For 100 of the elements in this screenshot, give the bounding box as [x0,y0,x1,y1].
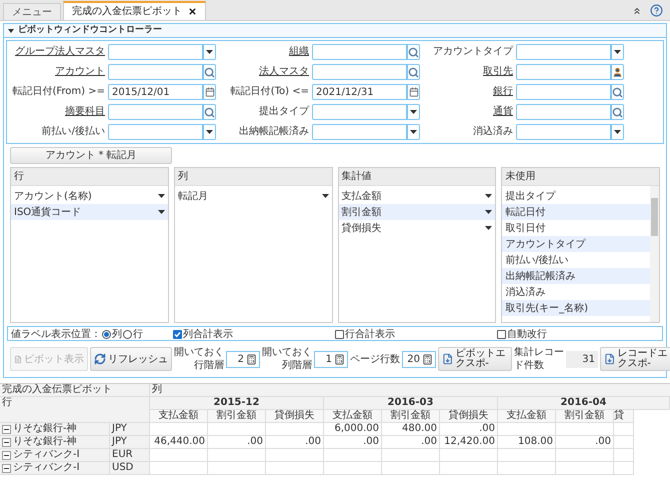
layout-button[interactable]: アカウント * 転記月 [10,147,172,164]
field-label[interactable]: 組織 [221,46,309,58]
table-cell: .00 [440,423,498,435]
help-icon[interactable] [650,4,663,17]
caret-icon [485,210,492,214]
input-field[interactable] [516,104,611,120]
area-header: 列 [174,168,332,186]
scrollbar[interactable] [650,186,659,322]
lookup-button[interactable] [407,44,420,60]
radio-button[interactable] [102,330,111,339]
radio-option[interactable]: 列 [102,327,122,342]
measure-header: 割引金額 [382,410,440,423]
field-label[interactable]: 取引先 [425,66,513,78]
calculator-icon[interactable] [334,354,345,364]
period-header: 2015-12 [150,397,324,410]
measure-header: 支払金額 [498,410,556,423]
lookup-button[interactable] [611,104,624,120]
field-item[interactable]: 割引金額 [338,204,496,220]
lookup-button[interactable] [611,64,624,80]
input-field[interactable] [108,124,203,140]
input-field[interactable] [108,104,203,120]
input-field[interactable] [312,64,407,80]
field-label[interactable]: 法人マスタ [221,66,309,78]
field-label[interactable]: グループ法人マスタ [7,46,105,58]
calculator-icon[interactable] [246,354,257,364]
input-field[interactable] [516,124,611,140]
toolbar-button[interactable]: ピボットエクスポ- [438,347,512,371]
expand-toggle[interactable] [2,464,11,472]
input-field[interactable] [312,44,407,60]
table-cell: 46,440.00 [150,436,208,448]
search-icon [612,86,623,98]
field-item[interactable]: 転記日付 [502,204,650,220]
caret-icon [410,110,417,114]
lookup-button[interactable] [611,84,624,100]
field-item[interactable]: 出納帳記帳済み [502,268,650,284]
search-icon [204,66,215,78]
measure-header: 支払金額 [150,410,208,423]
table-cell: 12,420.00 [440,436,498,448]
input-field[interactable] [108,64,203,80]
checkbox[interactable] [497,330,506,339]
input-field[interactable] [312,104,407,120]
field-name: 割引金額 [342,206,382,220]
date-picker-button[interactable] [203,84,216,100]
tab[interactable]: 完成の入金伝票ピボット [63,1,206,20]
field-label: 消込済み [472,126,513,138]
calendar-icon [408,87,418,97]
dropdown-button[interactable] [611,124,624,140]
toolbar-button[interactable]: リフレッシュ [90,347,172,371]
area-header: 行 [11,168,168,186]
caret-icon [485,226,492,230]
dropdown-button[interactable] [611,44,624,60]
lookup-button[interactable] [407,64,420,80]
input-field[interactable] [516,84,611,100]
dropdown-button[interactable] [203,44,216,60]
dropdown-button[interactable] [407,124,420,140]
tab[interactable]: メニュー [3,3,61,20]
checkbox-label: 行合計表示 [345,328,395,342]
panel-header[interactable]: ピボットウィンドウコントローラー [4,24,666,38]
number-field[interactable]: 2 [226,350,260,368]
input-field[interactable]: 2021/12/31 [312,84,407,100]
expand-toggle[interactable] [2,450,11,460]
caret-icon [614,130,621,134]
toolbar-button[interactable]: レコードエクスポ- [600,347,670,371]
field-item[interactable]: ISO通貨コード [11,204,168,220]
close-icon[interactable] [188,7,197,16]
date-picker-button[interactable] [407,84,420,100]
calculator-icon[interactable] [422,354,433,364]
checkbox-label: 列合計表示 [183,328,233,342]
field-item[interactable]: アカウントタイプ [502,236,650,252]
row-name: りそな銀行-神 [13,436,77,448]
expand-toggle[interactable] [2,438,11,446]
row-currency: JPY [110,436,128,448]
field-item[interactable]: 取引先(キー_名称) [502,300,650,316]
field-label[interactable]: 通貨 [425,106,513,118]
input-field[interactable] [516,64,611,80]
checkbox[interactable] [173,330,182,339]
collapse-icon[interactable] [632,6,642,16]
field-label[interactable]: アカウント [7,66,105,78]
dropdown-button[interactable] [203,124,216,140]
search-icon [408,66,419,78]
field-name: 提出タイプ [505,190,556,204]
input-field[interactable] [108,44,203,60]
table-cell: .00 [556,436,614,448]
caret-icon [410,130,417,134]
field-label[interactable]: 摘要科目 [7,106,105,118]
row-name: シティバンク-I [13,449,80,461]
lookup-button[interactable] [203,104,216,120]
radio-option[interactable]: 行 [123,327,143,342]
expand-toggle[interactable] [2,424,11,434]
lookup-button[interactable] [203,64,216,80]
dropdown-button[interactable] [407,104,420,120]
number-field[interactable]: 1 [314,350,348,368]
checkbox[interactable] [335,330,344,339]
field-label[interactable]: 銀行 [425,86,513,98]
number-field[interactable]: 20 [402,350,436,368]
input-field[interactable] [312,124,407,140]
input-field[interactable] [516,44,611,60]
radio-button[interactable] [123,330,132,339]
caret-icon [158,194,165,198]
input-field[interactable]: 2015/12/01 [108,84,203,100]
